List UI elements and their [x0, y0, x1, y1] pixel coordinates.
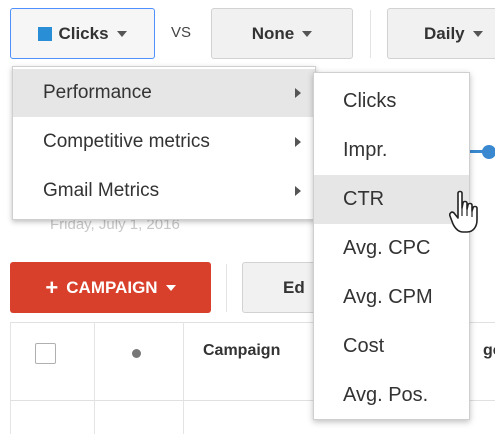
range-dropdown[interactable]: Daily: [387, 8, 495, 59]
menu-item-label: Gmail Metrics: [43, 180, 160, 201]
submenu-item-avg-cpm[interactable]: Avg. CPM: [314, 273, 469, 322]
performance-submenu: Clicks Impr. CTR Avg. CPC Avg. CPM Cost …: [313, 72, 470, 420]
metric2-dropdown[interactable]: None: [211, 8, 353, 59]
status-column-icon[interactable]: [132, 349, 141, 358]
campaign-button-label: CAMPAIGN: [66, 277, 158, 297]
menu-item-label: Competitive metrics: [43, 131, 210, 152]
chevron-right-icon: [295, 88, 301, 98]
select-all-checkbox[interactable]: [35, 343, 56, 364]
menu-item-label: Performance: [43, 82, 152, 103]
submenu-item-label: Impr.: [343, 139, 388, 161]
submenu-item-label: Cost: [343, 335, 385, 357]
action-divider: [226, 264, 227, 312]
chart-point: [482, 145, 495, 159]
column-divider: [94, 322, 95, 434]
metric2-label: None: [251, 23, 295, 43]
column-header-partial[interactable]: ge: [483, 342, 495, 360]
hand-pointer-icon: [449, 190, 478, 233]
submenu-item-impr[interactable]: Impr.: [314, 126, 469, 175]
menu-item-performance[interactable]: Performance: [13, 69, 315, 117]
chevron-right-icon: [295, 137, 301, 147]
plus-icon: +: [45, 274, 59, 300]
submenu-item-avg-cpc[interactable]: Avg. CPC: [314, 224, 469, 273]
chevron-down-icon: [472, 30, 483, 37]
submenu-item-label: Avg. Pos.: [343, 384, 429, 406]
clicks-color-swatch: [38, 26, 53, 41]
edit-button[interactable]: Ed: [242, 262, 322, 313]
column-header-campaign[interactable]: Campaign: [203, 342, 280, 360]
submenu-item-ctr[interactable]: CTR: [314, 175, 469, 224]
metric1-label: Clicks: [58, 23, 109, 43]
submenu-item-label: CTR: [343, 188, 385, 210]
add-campaign-button[interactable]: + CAMPAIGN: [10, 262, 211, 313]
column-divider: [183, 322, 184, 434]
submenu-item-label: Avg. CPC: [343, 237, 431, 259]
chevron-right-icon: [295, 186, 301, 196]
menu-item-gmail-metrics[interactable]: Gmail Metrics: [13, 167, 315, 215]
edit-button-label: Ed: [283, 277, 305, 297]
metric-category-menu: Performance Competitive metrics Gmail Me…: [12, 66, 316, 220]
chevron-down-icon: [165, 284, 176, 291]
column-divider: [10, 322, 11, 434]
range-label: Daily: [424, 23, 465, 43]
submenu-item-label: Avg. CPM: [343, 286, 433, 308]
submenu-item-clicks[interactable]: Clicks: [314, 77, 469, 126]
toolbar-divider: [370, 10, 371, 58]
submenu-item-label: Clicks: [343, 90, 397, 112]
submenu-item-avg-pos[interactable]: Avg. Pos.: [314, 371, 469, 420]
menu-item-competitive-metrics[interactable]: Competitive metrics: [13, 118, 315, 166]
vs-label: VS: [171, 24, 192, 41]
chevron-down-icon: [302, 30, 313, 37]
chevron-down-icon: [116, 30, 127, 37]
metric1-dropdown[interactable]: Clicks: [10, 8, 155, 59]
submenu-item-cost[interactable]: Cost: [314, 322, 469, 371]
